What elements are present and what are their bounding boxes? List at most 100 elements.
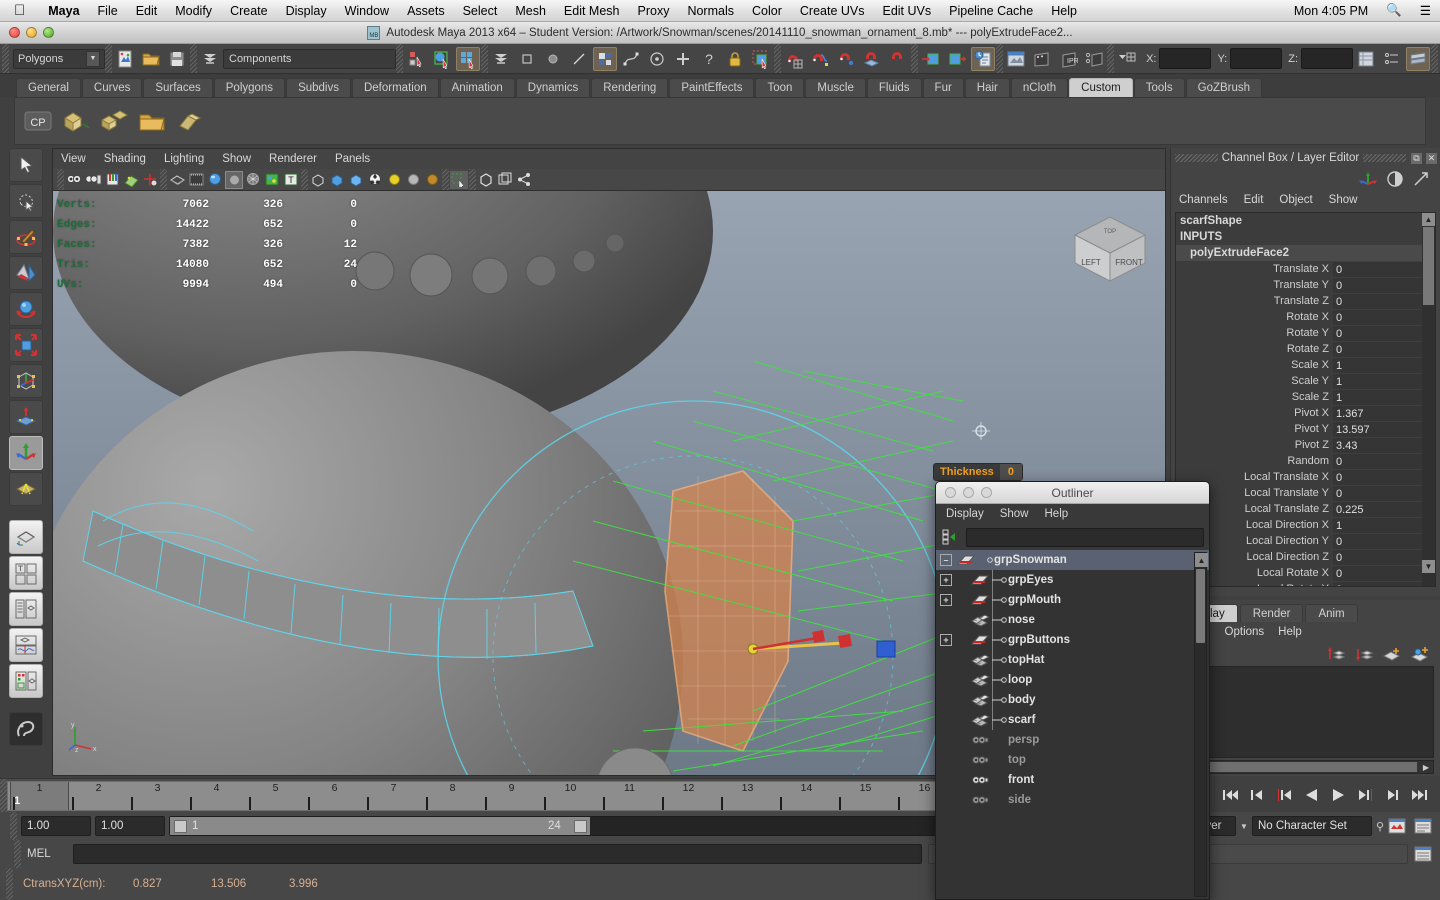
channel-box-scrollbar[interactable]: ▲ ▼ [1422, 213, 1435, 586]
view-cube[interactable]: TOP LEFT FRONT [1067, 207, 1153, 289]
viewport-toolbar-grip-2[interactable] [160, 169, 167, 190]
toolbar-grip-3[interactable] [396, 44, 404, 73]
render-current-frame-icon[interactable] [1004, 47, 1028, 71]
viewport-menu-shading[interactable]: Shading [104, 153, 146, 165]
box-stack-icon[interactable] [97, 104, 131, 138]
toolbar-grip-8[interactable] [1107, 44, 1115, 73]
os-menu-item-display[interactable]: Display [277, 4, 336, 18]
channel-name[interactable]: Rotate X [1176, 311, 1333, 323]
2d-pan-zoom-icon[interactable] [141, 171, 159, 189]
outliner-item-scarf[interactable]: scarf [936, 710, 1209, 730]
layer-menu-help[interactable]: Help [1278, 626, 1302, 638]
shelf-tab-ncloth[interactable]: nCloth [1010, 78, 1069, 97]
new-layer-from-selected-icon[interactable] [1410, 645, 1430, 663]
outliner-filter-icon[interactable] [941, 528, 961, 546]
viewport-toolbar-grip-3[interactable] [301, 169, 308, 190]
channel-box-menu-channels[interactable]: Channels [1179, 194, 1228, 206]
channel-box-attribute-table[interactable]: scarfShape INPUTS polyExtrudeFace2 Trans… [1175, 212, 1436, 587]
selection-mask-field[interactable]: Components [223, 48, 397, 69]
shelf-tab-painteffects[interactable]: PaintEffects [669, 78, 755, 97]
outliner-item-grpbuttons[interactable]: + grpButtons [936, 630, 1209, 650]
highlight-selection-mode-icon[interactable] [749, 47, 773, 71]
snap-to-point-icon[interactable] [834, 47, 858, 71]
outliner-item-front[interactable]: front [936, 770, 1209, 790]
output-connections-icon[interactable] [945, 47, 969, 71]
lasso-tool-icon[interactable] [9, 184, 43, 218]
toolbar-grip-6[interactable] [911, 44, 919, 73]
single-perspective-layout-icon[interactable] [9, 556, 43, 590]
outliner-scroll-up-arrow[interactable]: ▲ [1195, 553, 1208, 567]
channel-value[interactable]: 0 [1333, 485, 1435, 501]
shelf-tab-fluids[interactable]: Fluids [866, 78, 922, 97]
paint-select-tool-icon[interactable] [9, 220, 43, 254]
show-attribute-editor-icon[interactable] [1354, 47, 1378, 71]
range-bar-track[interactable] [170, 817, 590, 835]
outliner-menu-help[interactable]: Help [1045, 508, 1069, 520]
light-yellow-icon[interactable] [385, 171, 403, 189]
shelf-tab-tools[interactable]: Tools [1133, 78, 1185, 97]
range-handle-right[interactable] [574, 819, 587, 833]
layer-tab-anim[interactable]: Anim [1305, 604, 1358, 622]
share-view-icon[interactable] [515, 171, 533, 189]
point-mask-icon[interactable] [541, 47, 565, 71]
channel-name[interactable]: Translate X [1176, 263, 1333, 275]
list-icon[interactable]: ☰ [1411, 3, 1440, 18]
image-plane-icon[interactable] [122, 171, 140, 189]
channel-box-grip-right[interactable] [1363, 154, 1407, 162]
channel-name[interactable]: Scale Z [1176, 391, 1333, 403]
channel-box-grip-left[interactable] [1175, 154, 1218, 162]
status-line-grip[interactable] [2, 44, 9, 73]
channel-row[interactable]: Local Direction Z0 [1176, 549, 1435, 565]
channel-value[interactable]: 0 [1333, 469, 1435, 485]
toolbar-grip-2[interactable] [190, 44, 197, 73]
collapse-icon[interactable]: – [940, 554, 952, 566]
shelf-tab-gozbrush[interactable]: GoZBrush [1185, 78, 1263, 97]
os-menu-item-edit-mesh[interactable]: Edit Mesh [555, 4, 629, 18]
channel-value[interactable]: 1 [1333, 389, 1435, 405]
shelf-tab-toon[interactable]: Toon [755, 78, 805, 97]
all-lights-icon[interactable] [366, 171, 384, 189]
channel-value[interactable]: 13.597 [1333, 421, 1435, 437]
move-tool-icon[interactable] [9, 436, 43, 470]
outliner-scroll-thumb[interactable] [1196, 569, 1205, 643]
playback-start-field[interactable]: 1.00 [21, 816, 91, 836]
x-input[interactable] [1159, 48, 1212, 69]
os-menu-item-normals[interactable]: Normals [678, 4, 743, 18]
channel-value[interactable]: 3.43 [1333, 437, 1435, 453]
layer-menu-options[interactable]: Options [1225, 626, 1265, 638]
channel-name[interactable]: Pivot Y [1176, 423, 1333, 435]
channel-row[interactable]: Translate X0 [1176, 261, 1435, 277]
channel-row[interactable]: Local Direction X1 [1176, 517, 1435, 533]
expand-icon[interactable]: + [940, 574, 952, 586]
channel-name[interactable]: Rotate Y [1176, 327, 1333, 339]
os-menu-item-color[interactable]: Color [743, 4, 791, 18]
toolbar-grip-7[interactable] [996, 44, 1004, 73]
os-menu-item-edit[interactable]: Edit [127, 4, 167, 18]
step-forward-key-icon[interactable] [1384, 787, 1402, 803]
shelf-tab-general[interactable]: General [16, 78, 81, 97]
new-scene-icon[interactable] [113, 47, 137, 71]
channel-value[interactable]: 0.225 [1333, 501, 1435, 517]
shelf-tab-custom[interactable]: Custom [1069, 78, 1133, 97]
outliner-item-side[interactable]: side [936, 790, 1209, 810]
viewport-menu-show[interactable]: Show [222, 153, 251, 165]
channel-row[interactable]: Local Rotate Y0 [1176, 581, 1435, 586]
outliner-scrollbar[interactable]: ▲ [1194, 552, 1208, 897]
four-view-layout-icon[interactable] [9, 592, 43, 626]
layer-list[interactable] [1176, 666, 1434, 758]
move-snap-icon[interactable] [9, 256, 43, 290]
channel-row[interactable]: Scale Y1 [1176, 373, 1435, 389]
shelf-tab-dynamics[interactable]: Dynamics [515, 78, 591, 97]
snap-to-grid-icon[interactable] [782, 47, 806, 71]
rotate-tool-icon[interactable] [9, 292, 43, 326]
construction-history-icon[interactable] [971, 46, 996, 71]
expand-panel-icon[interactable] [1412, 170, 1430, 188]
channel-box-toggle-icon[interactable] [1386, 170, 1404, 188]
edge-mask-icon[interactable] [567, 47, 591, 71]
render-settings-icon[interactable]: IPR [1056, 47, 1080, 71]
channel-name[interactable]: Pivot Z [1176, 439, 1333, 451]
shelf-tab-fur[interactable]: Fur [922, 78, 964, 97]
channel-name[interactable]: Pivot X [1176, 407, 1333, 419]
select-camera-icon[interactable] [65, 171, 83, 189]
y-input[interactable] [1230, 48, 1283, 69]
